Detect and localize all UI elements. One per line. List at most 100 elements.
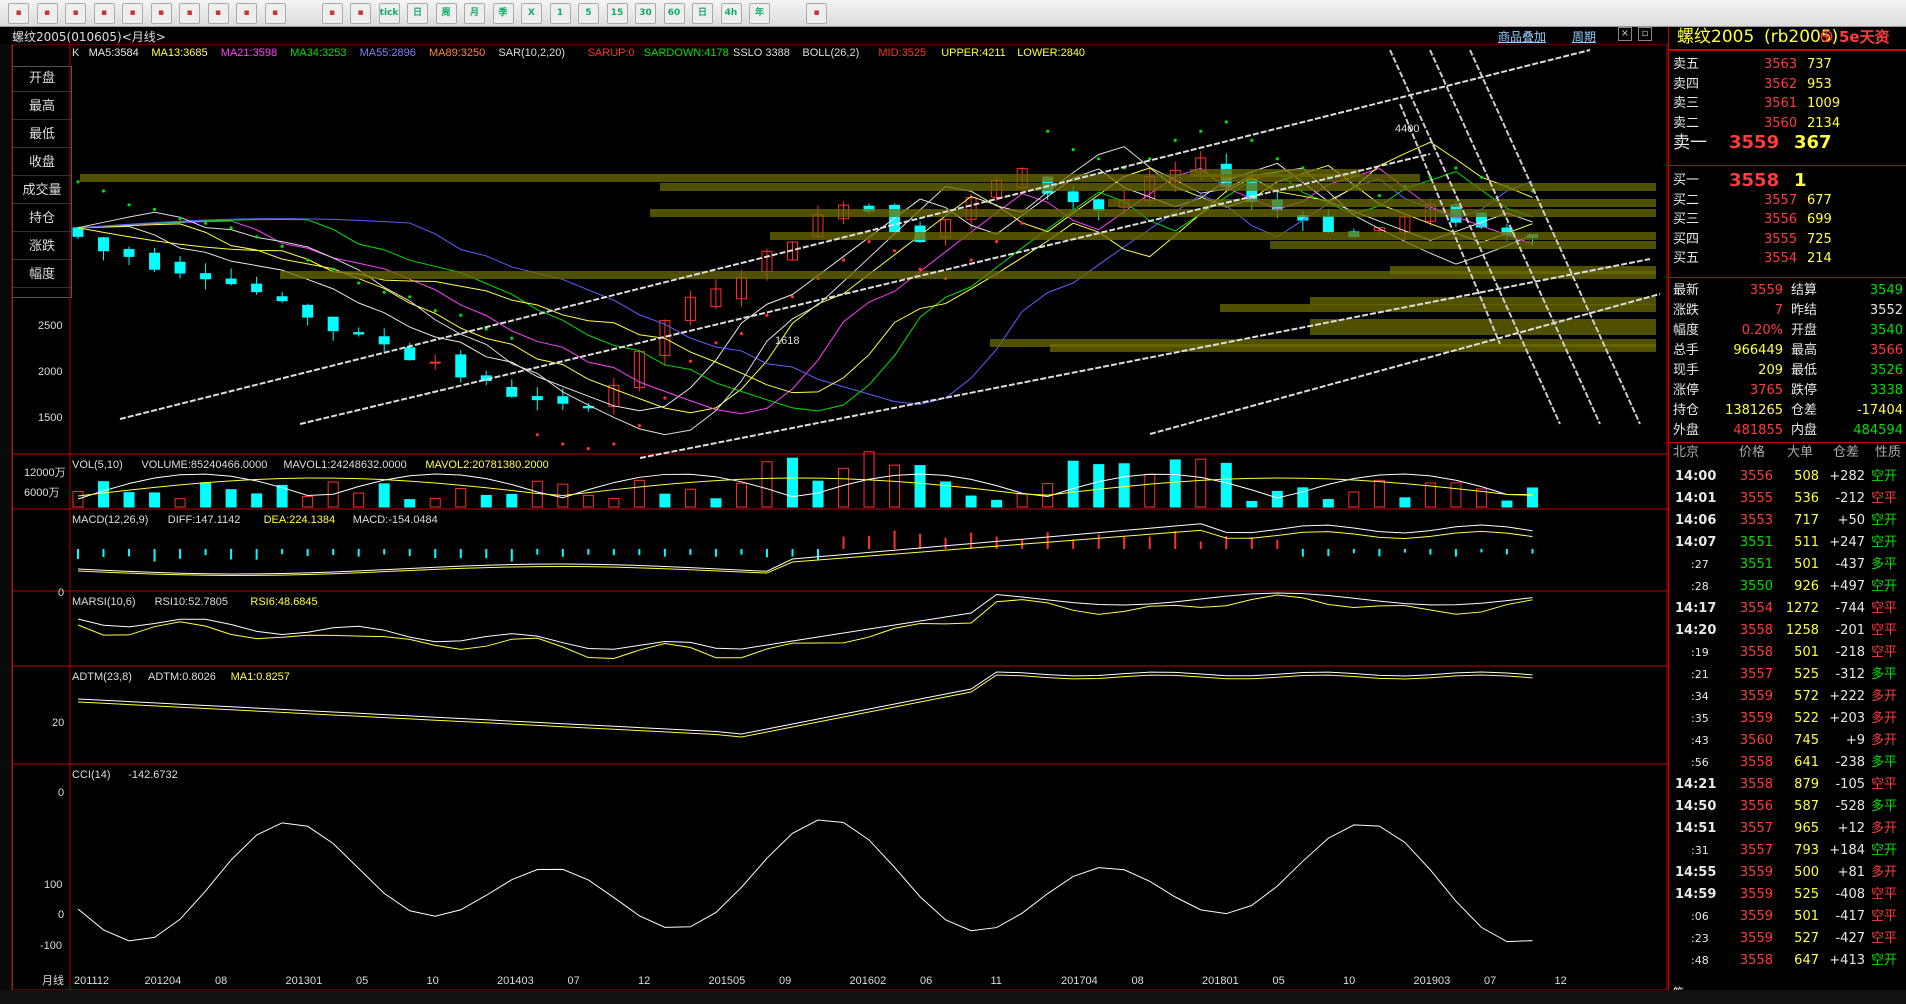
stat-row: 最新 3559 结算 3549 [1669, 281, 1906, 301]
volume-bar [251, 493, 263, 508]
four-h-icon[interactable]: 4h [720, 3, 742, 24]
date-label: 05 [356, 975, 368, 987]
tick-nature: 空开 [1871, 579, 1898, 594]
volume-bar [1067, 460, 1079, 508]
candle-body [531, 396, 543, 401]
sar-dot [408, 295, 412, 299]
tick-nature: 空开 [1871, 535, 1898, 550]
year-icon[interactable]: 年 [749, 3, 770, 24]
k-icon[interactable]: 1 [549, 3, 571, 24]
line-chart-icon[interactable]: ▪ [350, 3, 371, 24]
tick-icon[interactable]: tick [378, 3, 400, 24]
indicator-label: K [72, 47, 80, 59]
sar-dot [892, 249, 897, 253]
draw-icon[interactable]: ▪ [179, 3, 200, 24]
volume-bar [149, 492, 161, 508]
indicator-label: RSI10:52.7805 [155, 596, 228, 608]
tick-time: 14:01 [1675, 491, 1717, 506]
five-icon[interactable]: 5 [578, 3, 599, 24]
tick-volume: 501 [1794, 645, 1819, 660]
volume-bar [98, 481, 110, 508]
sar-dot [306, 258, 310, 262]
date-label: 12 [638, 975, 650, 987]
month-icon[interactable]: 月 [464, 3, 485, 24]
indicator-label: ADTM(23,8) [72, 671, 132, 683]
filter-icon[interactable]: ▪ [236, 3, 257, 24]
stat-label: 结算 [1791, 283, 1818, 298]
stat-value: 3559 [1749, 283, 1783, 298]
tick-nature: 空平 [1871, 601, 1898, 616]
tick-row: :31 3557 793 +184 空开 [1669, 841, 1906, 861]
tick-diff: -312 [1835, 667, 1865, 682]
volume-profile-bar [770, 232, 1656, 240]
volume-bar [353, 492, 365, 508]
restore-panel-icon[interactable]: ▫ [1638, 27, 1652, 41]
volume-bar [965, 495, 977, 508]
bid-row: 买一 3558 1 [1669, 171, 1906, 191]
volume-profile-bar [1190, 169, 1360, 177]
ask-volume: 2134 [1807, 115, 1841, 131]
tick-row: 14:07 3551 511 +247 空开 [1669, 533, 1906, 553]
bid-row: 买三 3556 699 [1669, 210, 1906, 230]
tick-time: :31 [1691, 844, 1709, 857]
ask-volume: 737 [1807, 57, 1832, 72]
day2-icon[interactable]: 日 [692, 3, 713, 24]
date-label: 201602 [850, 975, 887, 987]
sar-dot [459, 313, 463, 317]
tick-nature: 多开 [1871, 711, 1898, 726]
indicator-label: SARDOWN:4178 [644, 47, 729, 59]
favorite-icon[interactable]: ▪ [207, 3, 229, 24]
bid-volume: 725 [1807, 231, 1832, 247]
x-icon[interactable]: X [521, 3, 542, 24]
week-icon[interactable]: 周 [435, 3, 457, 24]
thirty-icon[interactable]: 30 [635, 3, 656, 24]
sar-dot [561, 442, 565, 446]
overlay-link[interactable]: 商品叠加 [1498, 28, 1546, 45]
ticks-header-place: 北京 [1673, 445, 1700, 460]
tick-volume: 647 [1794, 953, 1819, 968]
forward-icon[interactable]: ▪ [65, 3, 86, 24]
volume-bar [1348, 491, 1360, 508]
tick-volume: 879 [1794, 777, 1819, 792]
kline-chart[interactable]: K MA5:3584 MA13:3685 MA21:3598 MA34:3253 MA55… [0, 44, 1668, 990]
home-icon[interactable]: ▪ [8, 3, 29, 24]
day-icon[interactable]: 日 [407, 3, 428, 24]
ticks-header-diff: 仓差 [1833, 445, 1860, 460]
indicator-label: MA34:3253 [290, 47, 346, 59]
candle-body [1067, 191, 1079, 203]
ask-volume: 953 [1807, 76, 1832, 92]
date-label: 12 [1555, 975, 1567, 987]
tick-volume: 501 [1794, 557, 1819, 572]
ticks-header-price: 价格 [1739, 445, 1766, 460]
candle-body [149, 252, 161, 270]
bid-volume: 699 [1807, 212, 1832, 227]
calc-icon[interactable]: ▪ [806, 3, 827, 24]
tick-nature: 多开 [1871, 689, 1898, 704]
sixty-icon[interactable]: 60 [663, 3, 685, 24]
tick-diff: -218 [1835, 645, 1865, 660]
tick-nature: 空开 [1871, 469, 1898, 484]
stat-label: 持仓 [1673, 403, 1700, 418]
season-icon[interactable]: 季 [492, 3, 514, 24]
volume-bar [378, 483, 390, 508]
tick-price: 3559 [1739, 865, 1773, 880]
close-panel-icon[interactable]: × [1618, 27, 1632, 41]
indicator-label: MID:3525 [878, 47, 926, 59]
search-icon[interactable]: ▪ [150, 3, 172, 24]
back-icon[interactable]: ▪ [36, 3, 58, 24]
tick-row: :23 3559 527 -427 空平 [1669, 929, 1906, 949]
table-icon[interactable]: ▪ [321, 3, 343, 24]
sar-dot [765, 313, 769, 317]
fifteen-icon[interactable]: 15 [606, 3, 628, 24]
share-icon[interactable]: ▪ [264, 3, 286, 24]
period-link[interactable]: 周期 [1572, 28, 1596, 45]
tick-row: 14:51 3557 965 +12 多开 [1669, 819, 1906, 839]
indicator-label: RSI6:48.6845 [250, 596, 317, 608]
tick-time: :35 [1691, 712, 1709, 725]
volume-bar [1526, 487, 1538, 508]
zoom-out-icon[interactable]: ▪ [122, 3, 143, 24]
indicator-label: LOWER:2840 [1017, 47, 1085, 59]
sar-dot [969, 258, 973, 262]
zoom-in-icon[interactable]: ▪ [93, 3, 115, 24]
indicator-label: SSLO 3388 [733, 47, 790, 59]
